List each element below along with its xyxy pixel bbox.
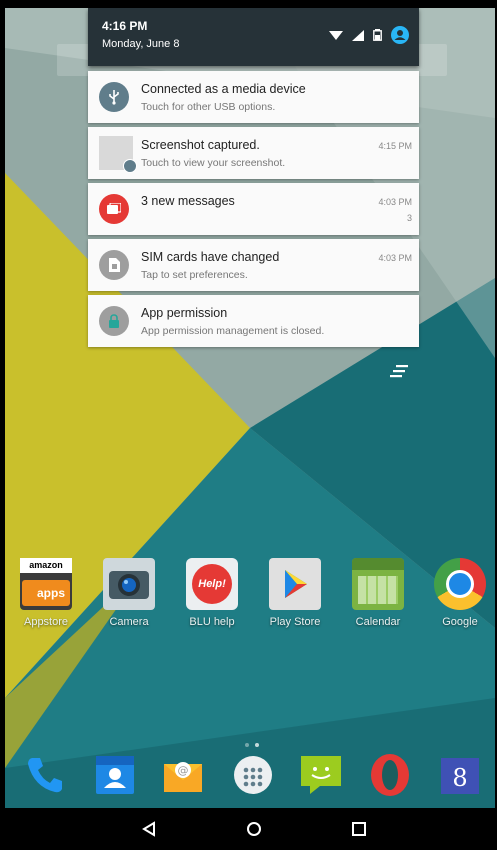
phone-icon[interactable] <box>22 752 68 798</box>
google-plus-glyph: 8 <box>452 764 467 792</box>
opera-icon[interactable] <box>367 752 413 798</box>
app-calendar[interactable]: Calendar <box>343 558 413 628</box>
back-icon[interactable] <box>136 816 162 842</box>
notification-usb[interactable]: Connected as a media device Touch for ot… <box>88 71 419 123</box>
notification-subtitle: Touch for other USB options. <box>141 101 276 113</box>
camera-icon <box>103 558 155 610</box>
google-plus-icon[interactable]: 8 <box>437 752 483 798</box>
play-store-icon <box>269 558 321 610</box>
clear-all-icon[interactable] <box>388 360 410 382</box>
battery-icon <box>373 29 382 41</box>
blu-help-icon: Help! <box>186 558 238 610</box>
recents-icon[interactable] <box>346 816 372 842</box>
messaging-icon[interactable] <box>298 752 344 798</box>
status-icons <box>329 26 409 44</box>
notification-subtitle: App permission management is closed. <box>141 325 325 337</box>
blu-help-badge-text: Help! <box>192 564 232 604</box>
email-icon[interactable]: @ <box>160 752 206 798</box>
home-icon[interactable] <box>241 816 267 842</box>
amazon-appstore-icon: amazon apps <box>20 558 72 610</box>
screenshot-badge-icon <box>123 159 137 173</box>
clock: 4:16 PM <box>102 19 148 33</box>
notification-title: Connected as a media device <box>141 82 306 96</box>
notification-subtitle: Touch to view your screenshot. <box>141 157 286 169</box>
notification-subtitle: Tap to set preferences. <box>141 269 248 281</box>
app-label: Play Store <box>269 616 321 628</box>
notification-count: 3 <box>406 213 412 223</box>
app-label: Appstore <box>23 616 69 628</box>
app-appstore[interactable]: amazon apps Appstore <box>11 558 81 628</box>
app-label: Camera <box>109 616 149 628</box>
chrome-icon <box>434 558 486 610</box>
app-camera[interactable]: Camera <box>94 558 164 628</box>
app-label: Calendar <box>355 616 401 628</box>
navigation-bar <box>0 808 497 850</box>
sim-card-icon <box>99 250 129 280</box>
app-play-store[interactable]: Play Store <box>260 558 330 628</box>
messages-icon <box>99 194 129 224</box>
notification-title: SIM cards have changed <box>141 250 280 264</box>
calendar-icon <box>352 558 404 610</box>
signal-icon <box>352 29 364 41</box>
notification-time: 4:03 PM <box>378 253 412 263</box>
notification-screenshot[interactable]: Screenshot captured. Touch to view your … <box>88 127 419 179</box>
app-google[interactable]: Google <box>425 558 495 628</box>
notification-title: Screenshot captured. <box>141 138 260 152</box>
notification-title: App permission <box>141 306 228 320</box>
page-dot <box>245 743 249 747</box>
notification-title: 3 new messages <box>141 194 235 208</box>
usb-icon <box>99 82 129 112</box>
app-drawer-icon[interactable] <box>230 752 276 798</box>
app-label: BLU help <box>189 616 235 628</box>
wifi-icon <box>329 30 343 40</box>
notification-sim[interactable]: SIM cards have changed Tap to set prefer… <box>88 239 419 291</box>
apps-logo-text: apps <box>22 580 70 606</box>
date-label: Monday, June 8 <box>102 38 180 50</box>
amazon-logo-text: amazon <box>20 558 72 573</box>
notification-messages[interactable]: 3 new messages 4:03 PM 3 <box>88 183 419 235</box>
account-icon[interactable] <box>391 26 409 44</box>
contacts-icon[interactable] <box>92 752 138 798</box>
screenshot-thumbnail-icon <box>99 136 137 173</box>
app-label: Google <box>442 616 478 628</box>
notification-time: 4:03 PM <box>378 197 412 207</box>
notification-time: 4:15 PM <box>378 141 412 151</box>
svg-text:@: @ <box>178 764 189 777</box>
notification-app-permission[interactable]: App permission App permission management… <box>88 295 419 347</box>
lock-icon <box>99 306 129 336</box>
page-indicator <box>242 734 262 752</box>
page-dot-active <box>255 743 259 747</box>
notification-shade-header[interactable]: 4:16 PM Monday, June 8 <box>88 8 419 66</box>
app-blu-help[interactable]: Help! BLU help <box>177 558 247 628</box>
